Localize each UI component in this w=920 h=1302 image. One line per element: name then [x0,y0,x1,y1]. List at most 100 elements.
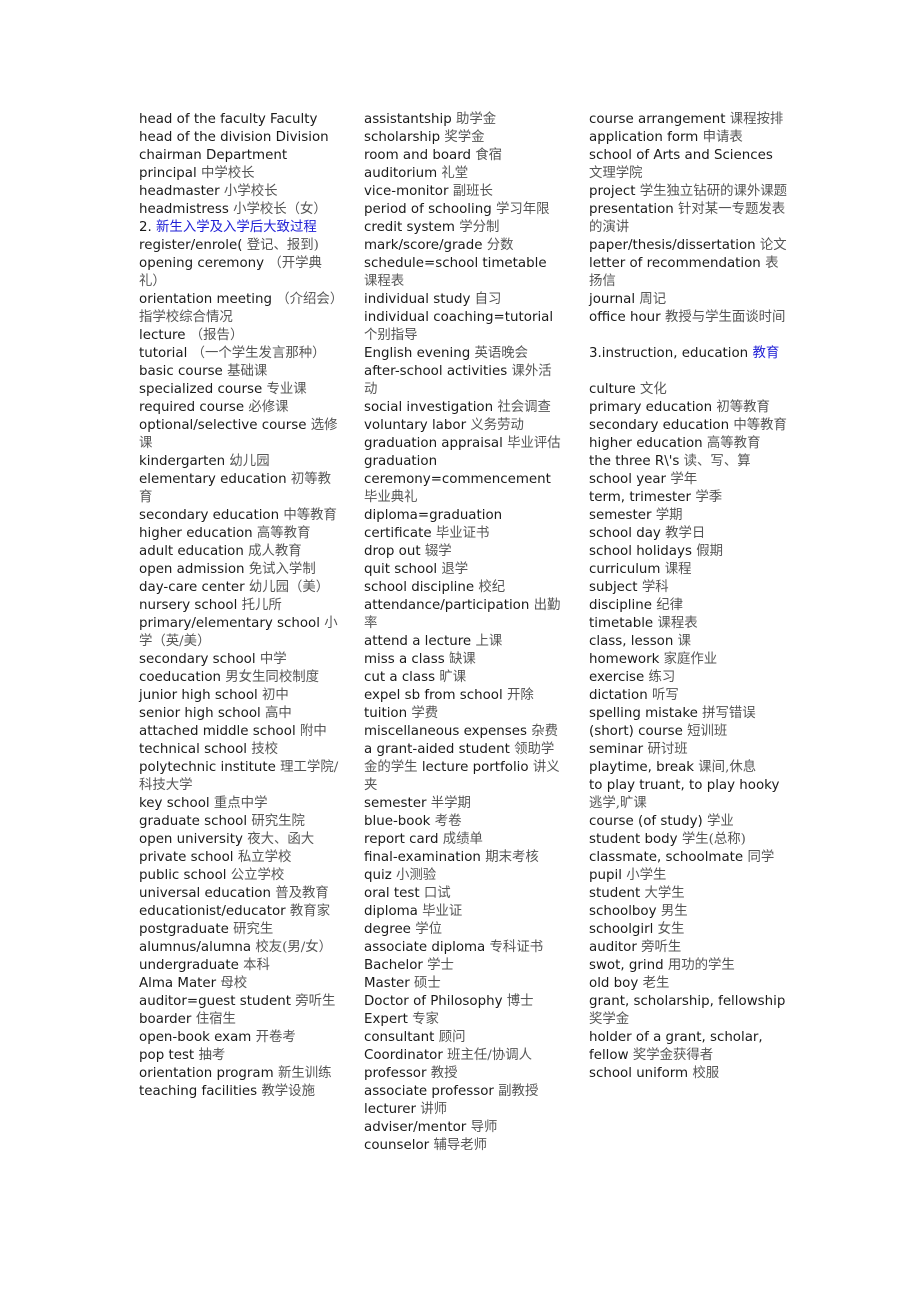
vocab-entry: diploma 毕业证 [364,903,564,921]
chinese-translation: 课程 [664,562,692,577]
vocab-entry: oral test 口试 [364,885,564,903]
chinese-translation: 同学 [747,850,775,865]
chinese-translation: 住宿生 [195,1012,236,1027]
vocab-entry: auditorium 礼堂 [364,165,564,183]
english-term: key school [139,796,210,811]
english-term: higher education [589,436,703,451]
english-term: 2. [139,220,152,235]
chinese-translation: 中学 [259,652,287,667]
vocab-entry: auditor=guest student 旁听生 [139,993,339,1011]
chinese-translation: 幼儿园（美） [248,580,330,595]
vocab-entry: elementary education 初等教育 [139,471,339,507]
chinese-translation: 博士 [506,994,534,1009]
english-term: pop test [139,1048,195,1063]
vocab-entry: graduation ceremony=commencement 毕业典礼 [364,453,564,507]
english-term: timetable [589,616,654,631]
english-term: individual study [364,292,471,307]
chinese-translation: 母校 [220,976,248,991]
vocab-entry: office hour 教授与学生面谈时间 [589,309,789,327]
vocab-entry: register/enrole( 登记、报到) [139,237,339,255]
english-term: chairman Department [139,148,288,163]
chinese-translation: 女生 [657,922,685,937]
chinese-translation: 毕业典礼 [364,490,418,505]
vocab-entry: postgraduate 研究生 [139,921,339,939]
chinese-translation: 小学校长 [223,184,278,199]
english-term: orientation program [139,1066,274,1081]
english-term: attached middle school [139,724,296,739]
vocab-entry: kindergarten 幼儿园 [139,453,339,471]
english-term: universal education [139,886,271,901]
chinese-translation: 中等教育 [283,508,337,523]
english-term: Bachelor [364,958,423,973]
vocab-entry: basic course 基础课 [139,363,339,381]
chinese-translation: 技校 [251,742,279,757]
chinese-translation: 重点中学 [213,796,268,811]
english-term: letter of recommendation [589,256,761,271]
english-term: cut a class [364,670,436,685]
chinese-translation: 成人教育 [248,544,302,559]
chinese-translation: 副班长 [452,184,493,199]
english-term: swot, grind [589,958,664,973]
chinese-translation: 食宿 [475,148,503,163]
english-term: headmistress [139,202,229,217]
chinese-translation: 教授与学生面谈时间 [664,310,786,325]
chinese-translation: 成绩单 [442,832,483,847]
chinese-translation: 学期 [655,508,683,523]
vocab-entry: school holidays 假期 [589,543,789,561]
vocab-entry: universal education 普及教育 [139,885,339,903]
english-term: degree [364,922,411,937]
chinese-translation: 逃学,旷课 [589,796,647,811]
english-term: quiz [364,868,392,883]
vocab-entry: presentation 针对某一专题发表的演讲 [589,201,789,237]
chinese-translation: 自习 [474,292,502,307]
chinese-translation: 学费 [411,706,439,721]
vocab-entry: secondary education 中等教育 [139,507,339,525]
english-term: period of schooling [364,202,492,217]
english-term: miss a class [364,652,445,667]
vocab-entry: seminar 研讨班 [589,741,789,759]
vocab-entry: boarder 住宿生 [139,1011,339,1029]
vocab-entry: schoolboy 男生 [589,903,789,921]
english-term: term, trimester [589,490,692,505]
chinese-translation: 校服 [692,1066,720,1081]
english-term: semester [364,796,427,811]
chinese-translation: 讲师 [420,1102,448,1117]
chinese-translation: 学生(总称) [681,832,746,847]
vocab-entry: adult education 成人教育 [139,543,339,561]
chinese-translation: 社会调查 [497,400,551,415]
vocab-entry: course arrangement 课程按排 [589,111,789,129]
english-term: lecture portfolio [421,760,529,775]
chinese-translation: 高中 [265,706,292,721]
english-term: discipline [589,598,652,613]
vocab-entry: attend a lecture 上课 [364,633,564,651]
english-term: associate professor [364,1084,494,1099]
vocab-entry: individual coaching=tutorial 个别指导 [364,309,564,345]
english-term: auditor=guest student [139,994,291,1009]
english-term: elementary education [139,472,287,487]
chinese-translation: 旁听生 [295,994,336,1009]
vocab-entry: school uniform 校服 [589,1065,789,1083]
vocab-entry: Doctor of Philosophy 博士 [364,993,564,1011]
english-term: course (of study) [589,814,703,829]
vocab-entry: dictation 听写 [589,687,789,705]
vocab-entry: Expert 专家 [364,1011,564,1029]
vocab-entry: headmaster 小学校长 [139,183,339,201]
vocab-entry: course (of study) 学业 [589,813,789,831]
english-term: adviser/mentor [364,1120,467,1135]
chinese-translation: 个别指导 [364,328,418,343]
english-term: auditorium [364,166,438,181]
vocab-entry: exercise 练习 [589,669,789,687]
chinese-translation: 毕业证 [422,904,463,919]
english-term: school day [589,526,661,541]
english-term: voluntary labor [364,418,467,433]
vocab-entry: nursery school 托儿所 [139,597,339,615]
english-term: culture [589,382,636,397]
chinese-translation: 读、写、算 [683,454,751,469]
english-term: expel sb from school [364,688,503,703]
english-term: homework [589,652,660,667]
english-term: principal [139,166,197,181]
chinese-translation: 学年 [670,472,698,487]
english-term: credit system [364,220,455,235]
